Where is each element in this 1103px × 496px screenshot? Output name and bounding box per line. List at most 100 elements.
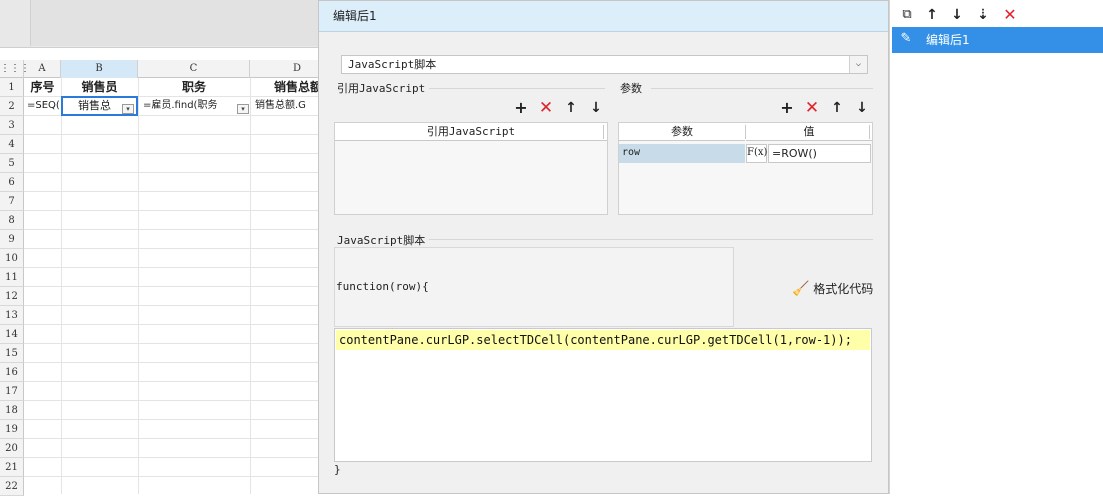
row-header[interactable]: 12 — [0, 287, 24, 306]
code-line[interactable]: contentPane.curLGP.selectTDCell(contentP… — [336, 330, 870, 350]
link-type-select[interactable]: JavaScript脚本 ⌵ — [341, 55, 868, 74]
row-header[interactable]: 15 — [0, 344, 24, 363]
param-column-header: 参数 — [619, 123, 745, 141]
param-value-input[interactable]: =ROW() — [768, 144, 871, 163]
row-header[interactable]: 10 — [0, 249, 24, 268]
row-header[interactable]: 18 — [0, 401, 24, 420]
params-table: 参数 值 row F(x) =ROW() — [618, 122, 873, 215]
code-editor[interactable]: contentPane.curLGP.selectTDCell(contentP… — [334, 328, 872, 462]
grid-line — [24, 476, 320, 477]
grid-line — [24, 286, 320, 287]
hyperlink-list-panel: ⧉ ↑ ↓ ⇣ ✕ ✎ 编辑后1 — [889, 0, 1103, 494]
divider — [429, 239, 873, 240]
cell-a1[interactable]: 序号 — [24, 78, 61, 97]
row-header[interactable]: 17 — [0, 382, 24, 401]
delete-icon[interactable]: ✕ — [1001, 6, 1019, 24]
grid-line — [24, 457, 320, 458]
function-signature: function(row){ — [336, 280, 429, 293]
move-up-param-button[interactable]: ↑ — [828, 99, 846, 117]
cell-dropdown-icon[interactable]: ▾ — [237, 104, 249, 114]
column-header-c[interactable]: C — [138, 60, 250, 78]
grid-line — [24, 419, 320, 420]
row-header[interactable]: 20 — [0, 439, 24, 458]
grid-line — [24, 400, 320, 401]
list-item-label: 编辑后1 — [926, 33, 970, 47]
delete-ref-js-button[interactable]: ✕ — [537, 99, 555, 117]
column-header-bar: ⋮⋮⋮ A B C D — [0, 60, 345, 78]
function-closing-brace: } — [334, 463, 341, 476]
move-up-ref-js-button[interactable]: ↑ — [562, 99, 580, 117]
grid-line — [24, 343, 320, 344]
dialog-title: 编辑后1 — [319, 1, 888, 32]
divider — [603, 125, 604, 139]
row-header[interactable]: 3 — [0, 116, 24, 135]
ref-js-label: 引用JavaScript — [337, 82, 426, 95]
row-header[interactable]: 21 — [0, 458, 24, 477]
link-type-select-value: JavaScript脚本 — [348, 58, 437, 71]
formula-fx-button[interactable]: F(x) — [746, 144, 767, 163]
grid-line — [24, 153, 320, 154]
cell-b1[interactable]: 销售员 — [61, 78, 138, 97]
cell-a2[interactable]: =SEQ( — [24, 96, 61, 115]
param-name-cell[interactable]: row — [619, 144, 745, 163]
move-to-bottom-icon[interactable]: ⇣ — [974, 6, 992, 24]
spreadsheet: ⋮⋮⋮ A B C D 1 2 3 4 5 6 7 8 9 10 11 12 1… — [0, 0, 345, 496]
grid-line — [24, 362, 320, 363]
grid-line — [24, 210, 320, 211]
row-header[interactable]: 2 — [0, 97, 24, 116]
delete-param-button[interactable]: ✕ — [803, 99, 821, 117]
divider — [869, 125, 870, 139]
row-header[interactable]: 9 — [0, 230, 24, 249]
sheet-preview-area — [30, 0, 320, 46]
add-ref-js-button[interactable]: + — [512, 99, 530, 117]
format-code-button[interactable]: 🧹 格式化代码 — [792, 279, 873, 299]
grid-line — [24, 267, 320, 268]
cell-c1[interactable]: 职务 — [138, 78, 250, 97]
row-header[interactable]: 19 — [0, 420, 24, 439]
column-header-a[interactable]: A — [24, 60, 61, 78]
script-label: JavaScript脚本 — [337, 234, 426, 247]
cell-c2[interactable]: =雇员.find(职务 — [140, 96, 236, 115]
move-down-icon[interactable]: ↓ — [948, 6, 966, 24]
grid-line — [24, 438, 320, 439]
add-param-button[interactable]: + — [778, 99, 796, 117]
ref-js-table: 引用JavaScript — [334, 122, 608, 215]
select-all-corner[interactable]: ⋮⋮⋮ — [0, 60, 30, 78]
grid-line — [24, 248, 320, 249]
format-code-label: 格式化代码 — [813, 282, 874, 296]
row-header[interactable]: 14 — [0, 325, 24, 344]
grid-line — [24, 305, 320, 306]
grid-line — [24, 229, 320, 230]
grid-line — [24, 381, 320, 382]
row-header[interactable]: 13 — [0, 306, 24, 325]
pencil-icon: ✎ — [900, 31, 912, 46]
divider — [651, 88, 873, 89]
function-signature-area: function(row){ — [334, 247, 734, 327]
grid-line — [24, 191, 320, 192]
row-header[interactable]: 5 — [0, 154, 24, 173]
row-header[interactable]: 22 — [0, 477, 24, 496]
list-item[interactable]: ✎ 编辑后1 — [892, 27, 1103, 53]
chevron-down-icon[interactable]: ⌵ — [849, 56, 867, 73]
list-toolbar: ⧉ ↑ ↓ ⇣ ✕ — [890, 3, 1103, 25]
row-header[interactable]: 11 — [0, 268, 24, 287]
move-up-icon[interactable]: ↑ — [923, 6, 941, 24]
row-header[interactable]: 1 — [0, 78, 24, 97]
grid-line — [24, 172, 320, 173]
row-header[interactable]: 7 — [0, 192, 24, 211]
column-header-b[interactable]: B — [61, 60, 138, 78]
hyperlink-dialog: 编辑后1 JavaScript脚本 ⌵ 引用JavaScript + ✕ ↑ ↓… — [318, 0, 889, 494]
grid-line — [24, 134, 320, 135]
move-down-param-button[interactable]: ↓ — [853, 99, 871, 117]
grid-line — [24, 324, 320, 325]
row-header[interactable]: 4 — [0, 135, 24, 154]
move-down-ref-js-button[interactable]: ↓ — [587, 99, 605, 117]
cell-d2[interactable]: 销售总额.G — [252, 96, 320, 115]
row-header[interactable]: 16 — [0, 363, 24, 382]
row-header[interactable]: 6 — [0, 173, 24, 192]
broom-icon: 🧹 — [792, 281, 810, 297]
cell-dropdown-icon[interactable]: ▾ — [122, 104, 134, 114]
value-column-header: 值 — [746, 123, 872, 141]
copy-icon[interactable]: ⧉ — [898, 6, 916, 24]
row-header[interactable]: 8 — [0, 211, 24, 230]
